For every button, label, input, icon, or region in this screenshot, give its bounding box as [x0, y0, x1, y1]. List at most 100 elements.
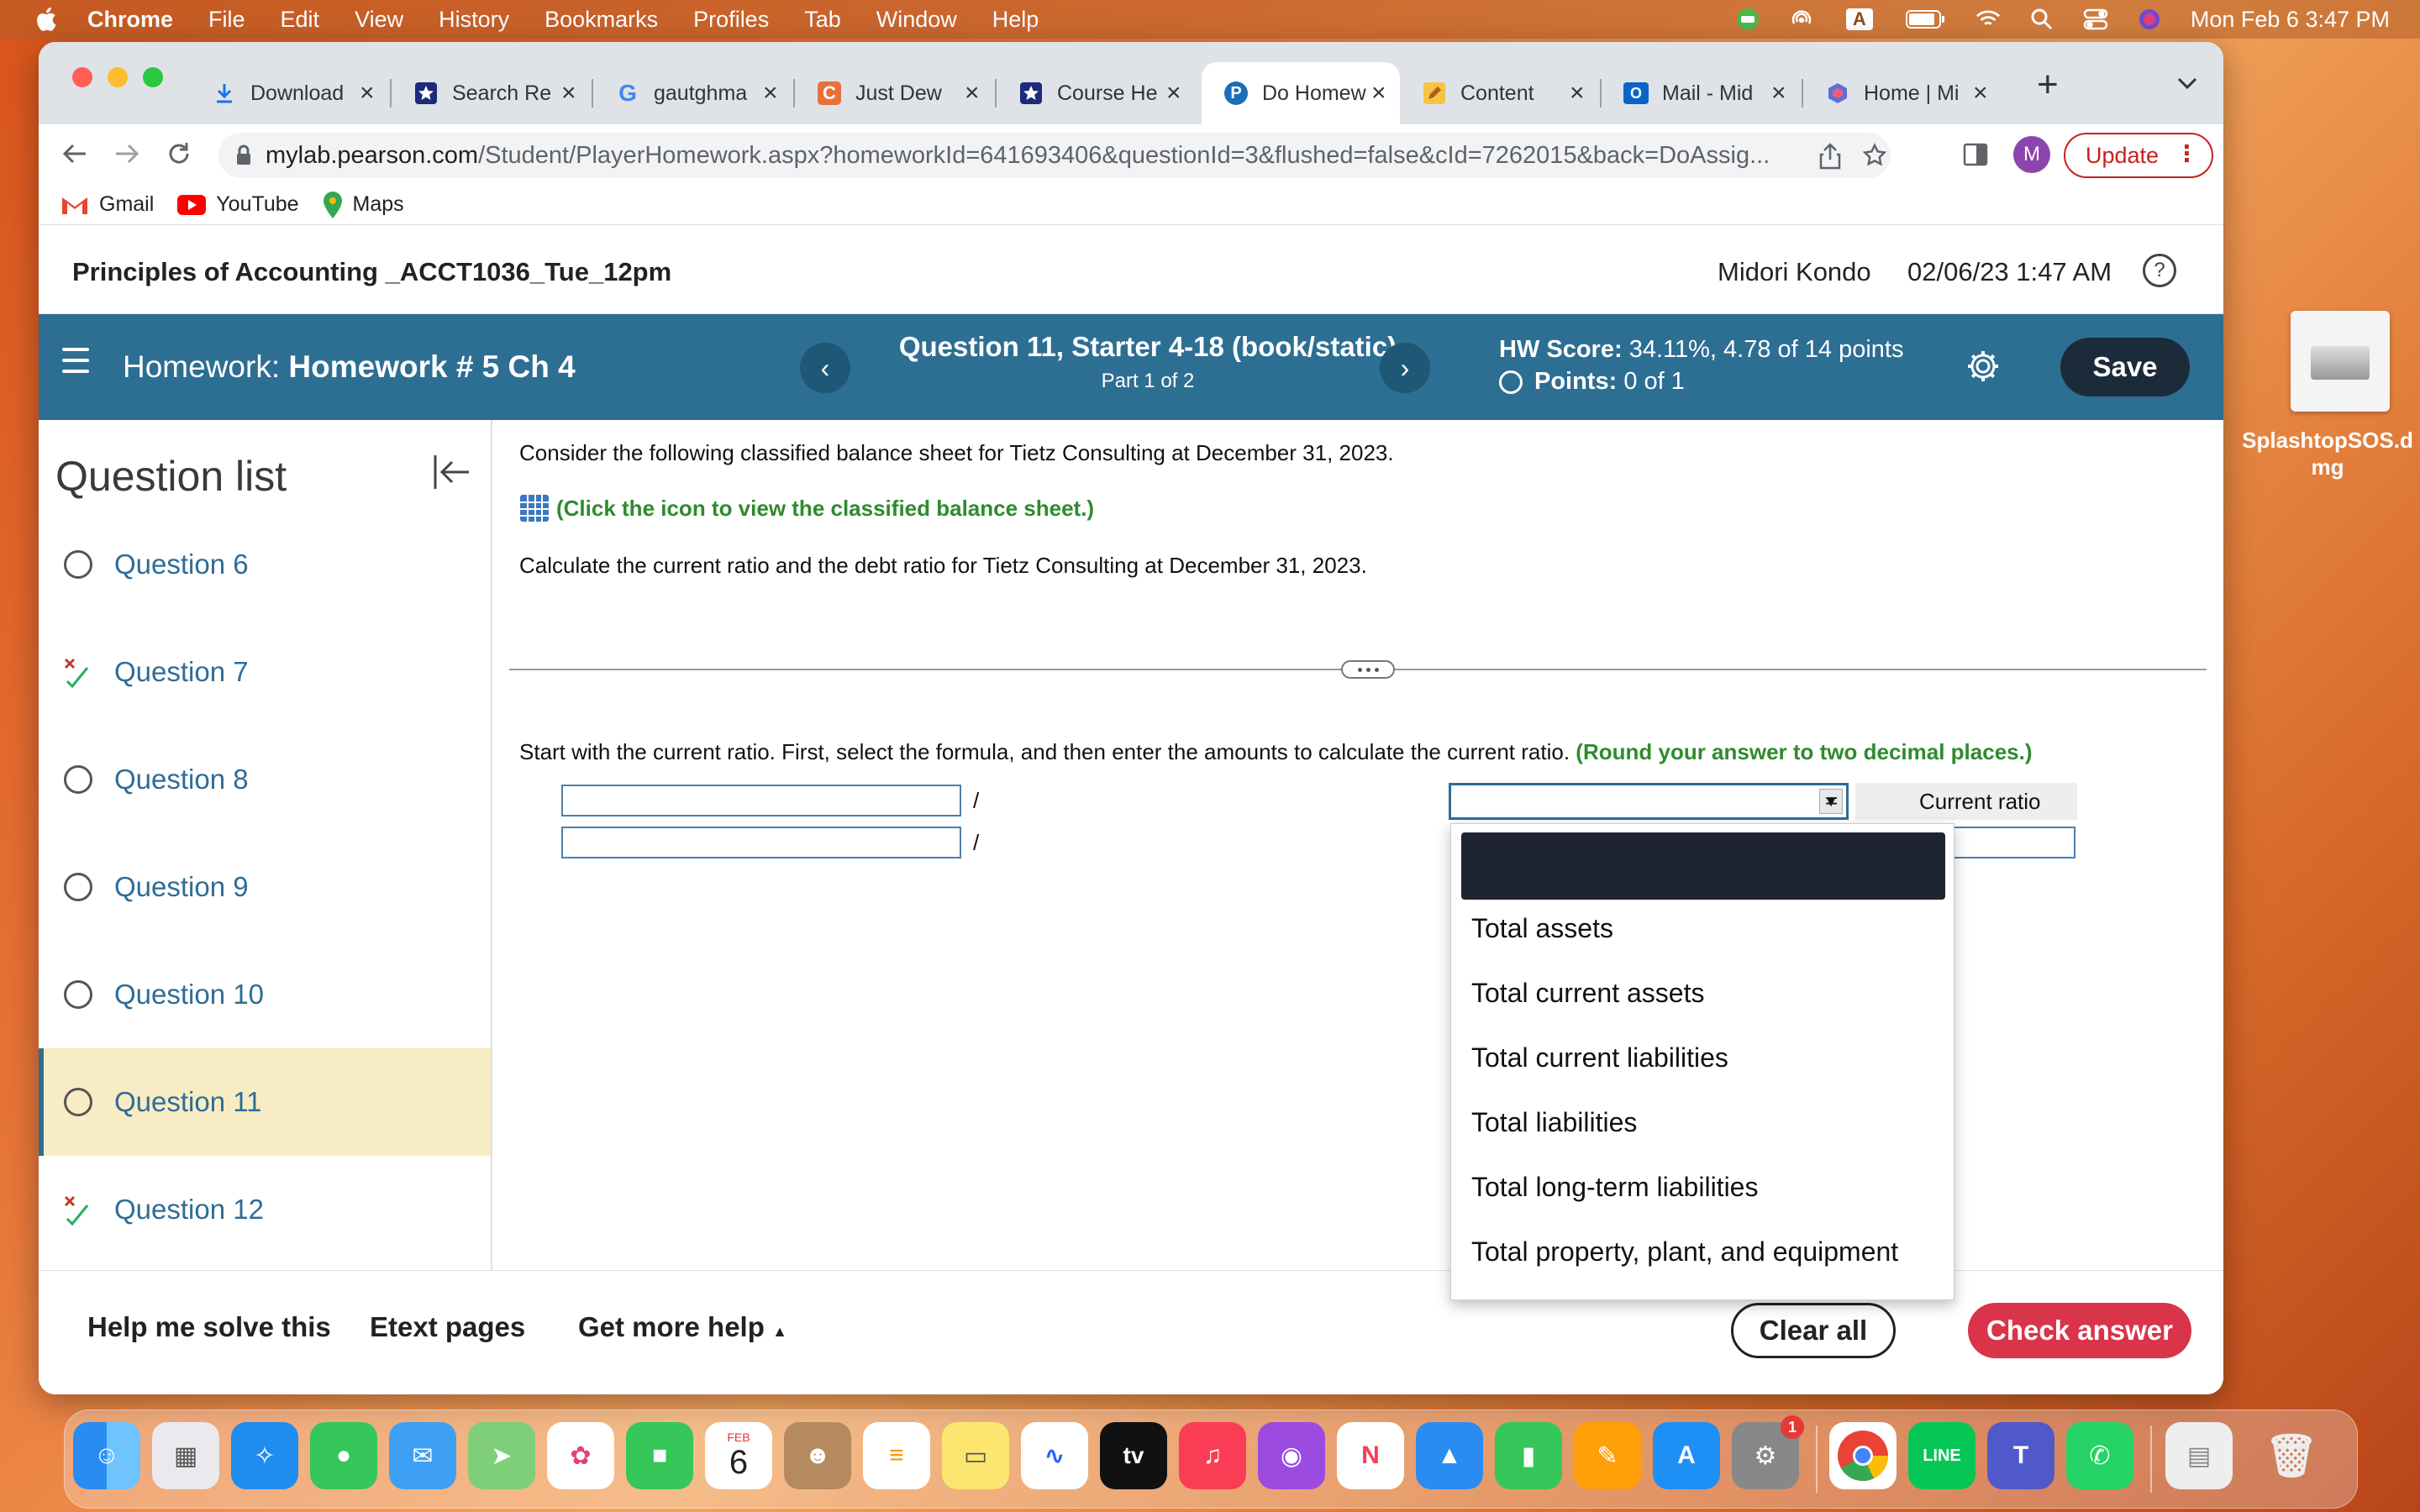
trash-icon[interactable]: 🗑: [2258, 1422, 2325, 1489]
keynote-icon[interactable]: ▲: [1416, 1422, 1483, 1489]
messages-icon[interactable]: ●: [310, 1422, 377, 1489]
system-settings-icon[interactable]: ⚙ 1: [1732, 1415, 1804, 1489]
tab-download[interactable]: Download ×: [190, 62, 392, 124]
settings-gear-icon[interactable]: [1965, 348, 2002, 385]
tab-close-icon[interactable]: ×: [561, 79, 576, 108]
tab-mail[interactable]: O Mail - Mid ×: [1602, 62, 1803, 124]
reminders-icon[interactable]: ≡: [863, 1422, 930, 1489]
chrome-icon[interactable]: [1829, 1422, 1897, 1489]
safari-icon[interactable]: ✧: [231, 1422, 298, 1489]
save-button[interactable]: Save: [2060, 338, 2190, 396]
maps-icon[interactable]: ➤: [468, 1422, 535, 1489]
contacts-icon[interactable]: ☻: [784, 1422, 851, 1489]
news-icon[interactable]: N: [1337, 1422, 1404, 1489]
menu-history[interactable]: History: [439, 7, 509, 33]
photos-icon[interactable]: ✿: [547, 1422, 614, 1489]
check-answer-button[interactable]: Check answer: [1968, 1303, 2191, 1358]
tab-close-icon[interactable]: ×: [1570, 79, 1585, 108]
balance-sheet-link-text[interactable]: (Click the icon to view the classified b…: [556, 496, 1094, 522]
tab-close-icon[interactable]: ×: [965, 79, 980, 108]
close-window-button[interactable]: [72, 67, 92, 87]
help-me-solve-link[interactable]: Help me solve this: [87, 1311, 331, 1343]
control-center-icon[interactable]: [2083, 7, 2108, 32]
music-icon[interactable]: ♫: [1179, 1422, 1246, 1489]
bookmark-youtube[interactable]: YouTube: [177, 192, 299, 217]
back-arrow-icon[interactable]: [60, 139, 89, 168]
dropdown-highlighted-blank-option[interactable]: [1461, 832, 1945, 900]
apple-icon[interactable]: [32, 4, 62, 34]
tab-close-icon[interactable]: ×: [1371, 79, 1386, 108]
launchpad-icon[interactable]: ▦: [152, 1422, 219, 1489]
menu-bookmarks[interactable]: Bookmarks: [544, 7, 658, 33]
whatsapp-icon[interactable]: ✆: [2066, 1422, 2133, 1489]
omnibox[interactable]: mylab.pearson.com/Student/PlayerHomework…: [218, 133, 1891, 178]
tab-do-homework-active[interactable]: P Do Homew ×: [1202, 62, 1400, 124]
menu-view[interactable]: View: [355, 7, 403, 33]
downloads-stack-icon[interactable]: ▤: [2165, 1422, 2233, 1489]
help-question-icon[interactable]: ?: [2143, 254, 2176, 287]
forward-arrow-icon[interactable]: [113, 139, 141, 168]
question-item-7[interactable]: Question 7: [39, 618, 491, 726]
table-grid-icon[interactable]: [519, 494, 550, 522]
question-item-6[interactable]: Question 6: [39, 511, 491, 618]
numbers-icon[interactable]: ▮: [1495, 1422, 1562, 1489]
input-source-icon[interactable]: A: [1843, 7, 1876, 32]
notes-icon[interactable]: ▭: [942, 1422, 1009, 1489]
menu-tab[interactable]: Tab: [804, 7, 841, 33]
zoom-window-button[interactable]: [143, 67, 163, 87]
reload-icon[interactable]: [165, 139, 193, 168]
lock-icon[interactable]: [235, 144, 252, 166]
dropdown-option-total-ppe[interactable]: Total property, plant, and equipment: [1471, 1236, 1898, 1268]
airdrop-icon[interactable]: [1789, 7, 1814, 32]
tab-search-chevron-icon[interactable]: [2176, 76, 2198, 91]
desktop-file-label[interactable]: SplashtopSOS.dmg: [2235, 427, 2420, 480]
side-panel-icon[interactable]: [1963, 143, 1988, 166]
tab-search[interactable]: Search Re ×: [392, 62, 593, 124]
bookmark-star-icon[interactable]: [1862, 143, 1887, 168]
balance-sheet-link[interactable]: (Click the icon to view the classified b…: [519, 494, 1094, 522]
facetime-icon[interactable]: ■: [626, 1422, 693, 1489]
tab-close-icon[interactable]: ×: [360, 79, 375, 108]
siri-icon[interactable]: [2137, 7, 2162, 32]
tab-google[interactable]: G gautghma ×: [593, 62, 795, 124]
tab-course-home[interactable]: Course He ×: [997, 62, 1198, 124]
line-status-icon[interactable]: [1735, 7, 1760, 32]
app-store-icon[interactable]: A: [1653, 1422, 1720, 1489]
apple-tv-icon[interactable]: tv: [1100, 1422, 1167, 1489]
question-item-8[interactable]: Question 8: [39, 726, 491, 833]
get-more-help-link[interactable]: Get more help ▲: [578, 1311, 787, 1343]
expand-handle[interactable]: [1341, 660, 1395, 679]
share-icon[interactable]: [1818, 143, 1842, 170]
numerator-formula-input[interactable]: [561, 785, 961, 816]
mail-icon[interactable]: ✉: [389, 1422, 456, 1489]
update-chrome-button[interactable]: Update ⋮: [2064, 133, 2213, 178]
dropdown-option-total-long-term-liabilities[interactable]: Total long-term liabilities: [1471, 1172, 1758, 1203]
etext-pages-link[interactable]: Etext pages: [370, 1311, 525, 1343]
bookmark-maps[interactable]: Maps: [323, 191, 404, 218]
next-question-button[interactable]: ›: [1380, 343, 1430, 393]
calendar-icon[interactable]: FEB 6: [705, 1422, 772, 1489]
dropdown-option-total-current-liabilities[interactable]: Total current liabilities: [1471, 1042, 1728, 1074]
clear-all-button[interactable]: Clear all: [1731, 1303, 1896, 1358]
menu-help[interactable]: Help: [992, 7, 1039, 33]
line-app-icon[interactable]: LINE: [1908, 1422, 1975, 1489]
menu-window[interactable]: Window: [876, 7, 957, 33]
tab-home[interactable]: Home | Mi ×: [1803, 62, 2005, 124]
question-item-10[interactable]: Question 10: [39, 941, 491, 1048]
menu-bar-clock[interactable]: Mon Feb 6 3:47 PM: [2191, 7, 2390, 33]
question-item-9[interactable]: Question 9: [39, 833, 491, 941]
denominator-formula-select[interactable]: ▼: [1449, 783, 1849, 820]
tab-close-icon[interactable]: ×: [1771, 79, 1786, 108]
freeform-icon[interactable]: ∿: [1021, 1422, 1088, 1489]
pages-icon[interactable]: ✎: [1574, 1422, 1641, 1489]
menu-file[interactable]: File: [208, 7, 245, 33]
new-tab-plus-icon[interactable]: +: [2037, 64, 2059, 106]
wifi-icon[interactable]: [1975, 7, 2001, 32]
tab-just-dew[interactable]: C Just Dew ×: [795, 62, 997, 124]
question-item-11-current[interactable]: Question 11: [39, 1048, 491, 1156]
teams-icon[interactable]: T: [1987, 1422, 2054, 1489]
menu-edit[interactable]: Edit: [281, 7, 320, 33]
battery-icon[interactable]: [1905, 7, 1947, 32]
finder-icon[interactable]: ☺: [73, 1422, 140, 1489]
podcasts-icon[interactable]: ◉: [1258, 1422, 1325, 1489]
